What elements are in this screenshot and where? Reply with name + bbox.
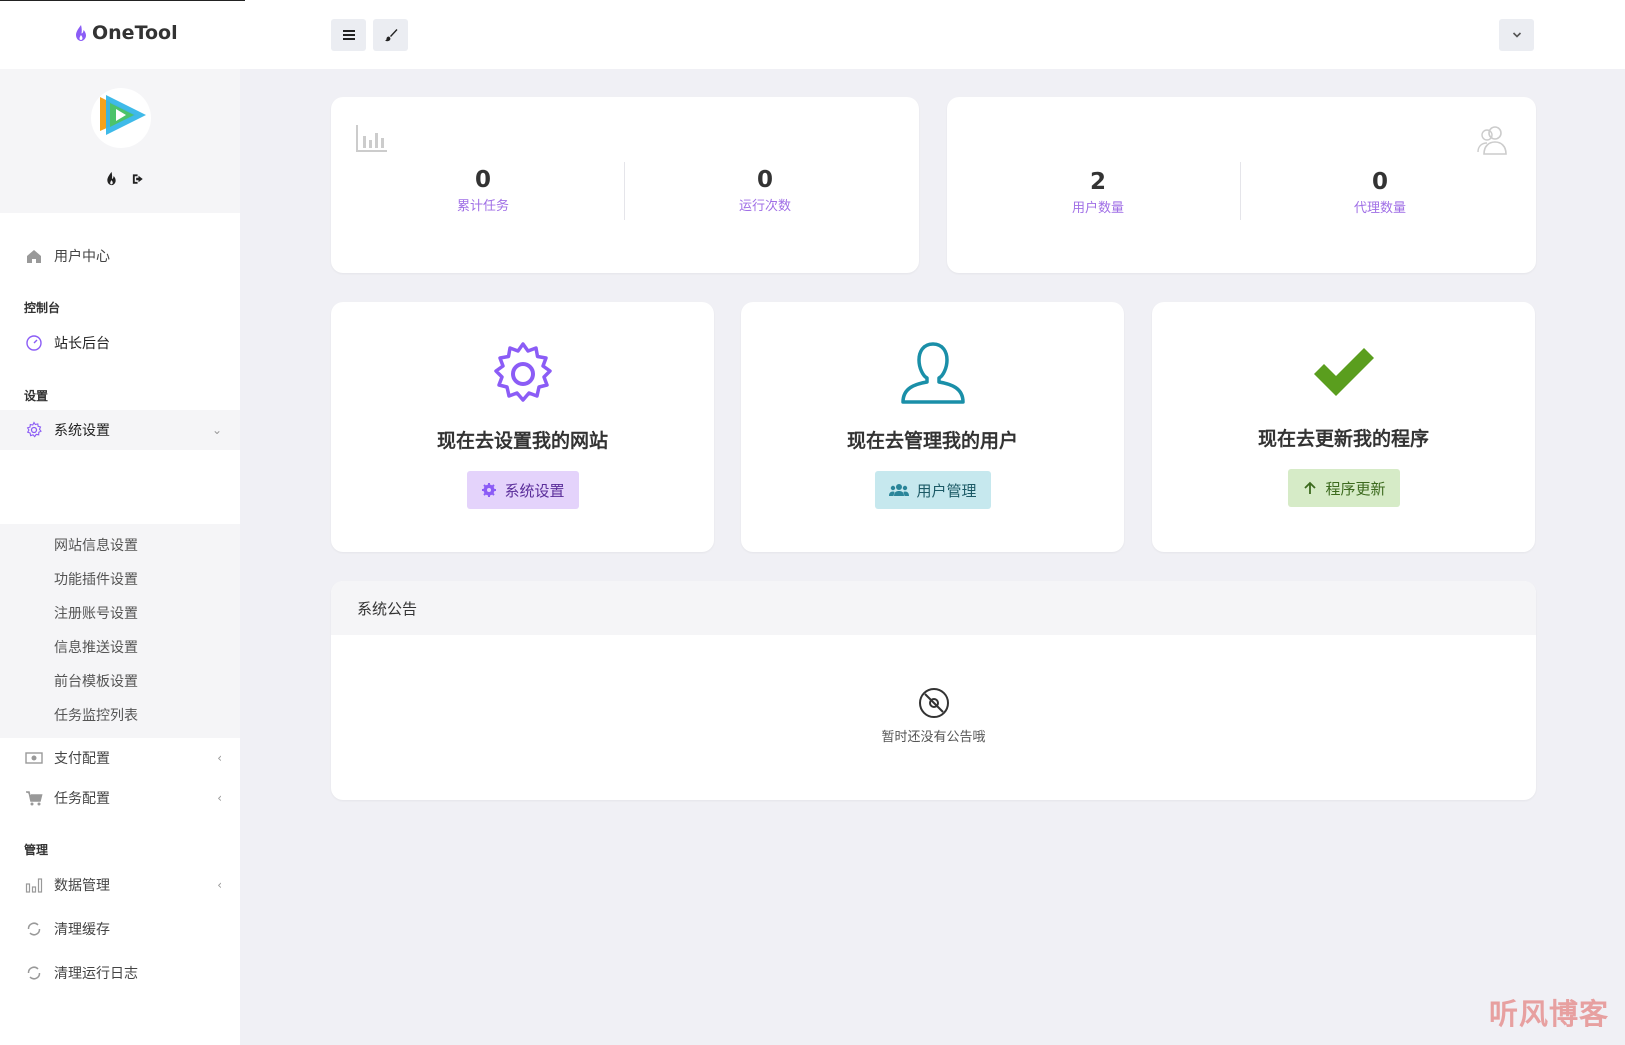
home-icon: [24, 247, 43, 266]
sidebar-item-label: 支付配置: [54, 751, 110, 767]
cart-icon: [24, 789, 43, 808]
sidebar-item-admin-dashboard[interactable]: 站长后台: [0, 323, 240, 363]
stat-value: 0: [1371, 169, 1388, 195]
check-icon: [1313, 348, 1374, 396]
brush-icon: [384, 29, 397, 42]
flame-icon: [76, 25, 86, 41]
nav-section-manage: 管理: [24, 843, 49, 857]
brand-logo[interactable]: OneTool: [74, 22, 178, 44]
stat-user-count: 2 用户数量: [1023, 169, 1173, 216]
sidebar-item-user-center[interactable]: 用户中心: [0, 236, 240, 276]
hamburger-icon: [342, 30, 355, 40]
stat-label: 累计任务: [456, 199, 509, 214]
task-stats-card: 0 累计任务 0 运行次数: [331, 97, 919, 273]
system-settings-submenu: 网站信息设置 功能插件设置 注册账号设置 信息推送设置 前台模板设置 任务监控列…: [0, 524, 240, 738]
action-card-users: 现在去管理我的用户 用户管理: [741, 302, 1124, 552]
sidebar-item-label: 数据管理: [54, 878, 110, 894]
program-update-button[interactable]: 程序更新: [1287, 469, 1400, 507]
notice-empty-state: 暂时还没有公告哦: [331, 686, 1536, 745]
refresh-icon: [24, 920, 43, 939]
user-management-button[interactable]: 用户管理: [874, 471, 991, 509]
sidebar-profile: [0, 69, 240, 213]
brand-name: OneTool: [92, 22, 178, 44]
sidebar-item-payment-config[interactable]: 支付配置 ‹: [0, 738, 240, 778]
action-card-update: 现在去更新我的程序 程序更新: [1152, 302, 1535, 552]
stat-value: 0: [756, 167, 773, 193]
gear-icon: [493, 342, 552, 402]
theme-button[interactable]: [373, 19, 408, 51]
sidebar-item-label: 站长后台: [54, 336, 110, 352]
chevron-down-icon: [1512, 32, 1521, 38]
chevron-left-icon: ‹: [217, 878, 222, 892]
stat-label: 用户数量: [1071, 201, 1124, 216]
stat-agent-count: 0 代理数量: [1305, 169, 1455, 216]
stat-label: 代理数量: [1353, 201, 1406, 216]
sidebar-item-label: 用户中心: [54, 249, 110, 265]
arrow-up-icon: [1303, 481, 1316, 494]
stat-run-count: 0 运行次数: [690, 167, 840, 214]
sidebar-toggle-button[interactable]: [331, 19, 366, 51]
users-icon: [1477, 126, 1507, 155]
no-content-icon: [918, 688, 949, 718]
logout-icon[interactable]: [131, 171, 146, 186]
gear-icon: [481, 483, 496, 497]
user-icon: [900, 342, 965, 404]
top-header: OneTool: [0, 0, 1625, 69]
user-stats-card: 2 用户数量 0 代理数量: [947, 97, 1536, 273]
notice-empty-text: 暂时还没有公告哦: [881, 730, 986, 745]
nav-section-settings: 设置: [24, 389, 49, 403]
nav-section-console: 控制台: [24, 301, 61, 315]
sidebar-item-label: 系统设置: [54, 423, 110, 439]
bar-chart-icon: [24, 876, 43, 895]
sidebar-item-clear-logs[interactable]: 清理运行日志: [0, 953, 240, 993]
sidebar-item-clear-cache[interactable]: 清理缓存: [0, 909, 240, 949]
stat-value: 0: [474, 167, 491, 193]
double-chevron-down-icon: ⌄: [211, 423, 222, 437]
sidebar-item-data-management[interactable]: 数据管理 ‹: [0, 865, 240, 905]
bar-chart-icon: [356, 125, 387, 152]
gear-icon: [24, 421, 43, 440]
chevron-left-icon: ‹: [217, 791, 222, 805]
submenu-item[interactable]: 任务监控列表: [54, 705, 138, 725]
sidebar-item-system-settings[interactable]: 系统设置 ⌄: [0, 410, 240, 450]
sidebar-item-label: 清理缓存: [54, 922, 110, 938]
submenu-item[interactable]: 功能插件设置: [54, 569, 138, 589]
action-card-title: 现在去更新我的程序: [1257, 428, 1429, 450]
users-icon: [888, 484, 909, 496]
submenu-item[interactable]: 注册账号设置: [54, 603, 138, 623]
sidebar-item-label: 任务配置: [54, 791, 110, 807]
flame-icon[interactable]: [104, 171, 119, 186]
action-card-settings: 现在去设置我的网站 系统设置: [331, 302, 714, 552]
sidebar-item-label: 清理运行日志: [54, 966, 138, 982]
chevron-left-icon: ‹: [217, 751, 222, 765]
stat-total-tasks: 0 累计任务: [408, 167, 558, 214]
action-card-title: 现在去管理我的用户: [846, 430, 1018, 452]
system-notice-card: 系统公告 暂时还没有公告哦: [331, 581, 1536, 800]
user-menu-button[interactable]: [1499, 19, 1534, 51]
stat-label: 运行次数: [738, 199, 791, 214]
button-label: 用户管理: [916, 481, 977, 500]
sidebar: 用户中心 控制台 站长后台 设置 系统设置 ⌄ 网站信息设置 功能插件设置 注册…: [0, 69, 240, 1045]
money-icon: [24, 749, 43, 768]
action-card-title: 现在去设置我的网站: [436, 430, 608, 452]
button-label: 程序更新: [1325, 479, 1386, 498]
sidebar-item-task-config[interactable]: 任务配置 ‹: [0, 778, 240, 818]
stat-value: 2: [1089, 169, 1106, 195]
system-settings-button[interactable]: 系统设置: [466, 471, 579, 509]
refresh-icon: [24, 964, 43, 983]
submenu-item[interactable]: 前台模板设置: [54, 671, 138, 691]
button-label: 系统设置: [504, 481, 565, 500]
submenu-item[interactable]: 信息推送设置: [54, 637, 138, 657]
submenu-item[interactable]: 网站信息设置: [54, 535, 138, 555]
notice-title: 系统公告: [331, 581, 1536, 635]
watermark: 听风博客: [1488, 997, 1609, 1031]
avatar[interactable]: [90, 87, 152, 149]
speedometer-icon: [24, 334, 43, 353]
